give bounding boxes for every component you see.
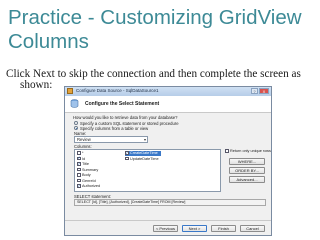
checkbox-icon [77, 173, 81, 177]
checkbox-icon [77, 167, 81, 172]
checkbox-icon [225, 149, 229, 153]
order-by-button[interactable]: ORDER BY... [229, 167, 265, 174]
return-unique-rows-checkbox[interactable]: Return only unique rows [225, 149, 271, 154]
column-item[interactable]: Body [77, 173, 91, 178]
checkbox-checked-icon [77, 155, 81, 161]
columns-list: * Id Title Summary Body GenreId Authoriz… [74, 149, 221, 192]
column-item[interactable]: Title [77, 161, 89, 167]
previous-button[interactable]: < Previous [153, 225, 178, 232]
table-name-value: Review [77, 137, 91, 142]
checkbox-checked-icon [125, 150, 129, 155]
column-item-selected[interactable]: CreateDateTime [125, 150, 161, 156]
table-columns-label: Specify columns from a table or view [80, 125, 149, 131]
retrieve-question: How would you like to retrieve data from… [73, 115, 178, 120]
checkbox-checked-icon [77, 161, 81, 166]
chevron-down-icon: ▾ [143, 137, 146, 142]
close-button[interactable]: X [259, 88, 269, 94]
data-source-icon [67, 88, 73, 94]
table-name-select[interactable]: Review ▾ [74, 136, 148, 143]
wizard-step-title: Configure the Select Statement [85, 101, 160, 107]
checkbox-icon [77, 178, 81, 183]
wizard-header: Configure the Select Statement [65, 96, 271, 113]
next-button[interactable]: Next > [182, 225, 207, 232]
where-button[interactable]: WHERE... [229, 158, 265, 165]
column-item[interactable]: Summary [77, 168, 98, 173]
select-statement-box: SELECT [Id], [Title], [Authorized], [Cre… [74, 199, 266, 206]
checkbox-icon [77, 151, 81, 155]
column-item[interactable]: Authorized [77, 183, 100, 189]
finish-button[interactable]: Finish [211, 225, 236, 232]
wizard-footer: < Previous Next > Finish Cancel [65, 220, 271, 235]
table-columns-radio[interactable] [74, 126, 78, 130]
database-icon [70, 99, 79, 108]
window-controls: ? X [251, 88, 269, 94]
checkbox-checked-icon [77, 183, 81, 188]
custom-sql-radio[interactable] [74, 121, 78, 125]
configure-data-source-dialog: Configure Data Source - SqlDataSource1 ?… [64, 86, 272, 236]
column-item[interactable]: UpdateDateTime [125, 157, 159, 162]
checkbox-icon [125, 156, 129, 161]
help-button[interactable]: ? [251, 88, 258, 94]
cancel-button[interactable]: Cancel [240, 225, 265, 232]
advanced-button[interactable]: Advanced... [229, 176, 265, 183]
dialog-window-title: Configure Data Source - SqlDataSource1 [76, 88, 159, 93]
slide-title: Practice - Customizing GridView Columns [8, 6, 302, 53]
